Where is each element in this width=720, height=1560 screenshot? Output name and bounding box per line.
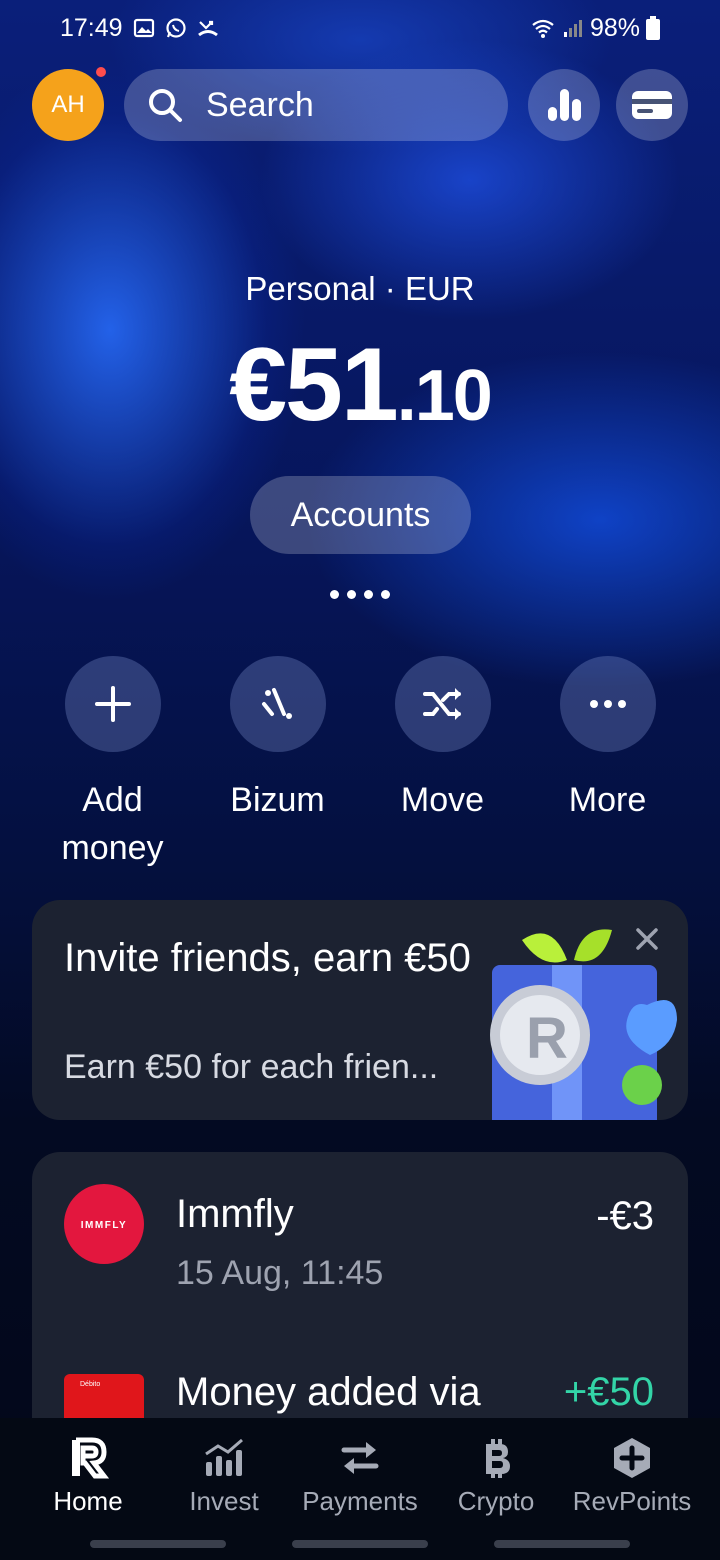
missed-call-icon [197,20,218,37]
nav-crypto[interactable]: Crypto [426,1436,566,1517]
svg-text:IMMFLY: IMMFLY [81,1220,127,1231]
signal-icon [563,20,582,37]
transactions-card: IMMFLY Immfly 15 Aug, 11:45 -€3 Débito M… [32,1152,688,1452]
wifi-icon [532,19,554,38]
nav-label: Payments [302,1486,418,1516]
more-button[interactable]: More [525,656,690,824]
nav-invest[interactable]: Invest [154,1436,294,1517]
svg-text:R: R [526,1006,568,1071]
nav-label: RevPoints [572,1486,692,1516]
plus-icon [94,686,131,722]
immfly-logo: IMMFLY [64,1184,144,1264]
status-bar: 17:49 98% [0,0,720,56]
nav-label: Invest [189,1486,259,1516]
nav-label: Crypto [457,1486,535,1516]
page-dot [347,590,356,599]
nav-revpoints[interactable]: RevPoints [562,1436,702,1517]
balance-cents: .10 [396,356,493,436]
nav-payments[interactable]: Payments [290,1436,430,1517]
search-icon [149,89,182,122]
balance-section: Personal · EUR €51.10 [0,270,720,445]
whatsapp-icon [165,18,186,38]
bitcoin-icon [486,1439,510,1478]
move-circle [394,656,491,752]
svg-text:Débito: Débito [80,1381,100,1388]
page-dot [364,590,373,599]
nav-label: Home [53,1486,123,1516]
system-nav-indicator [494,1540,630,1548]
move-button[interactable]: Move [360,656,525,824]
top-bar: AH Search [32,67,688,142]
nav-home[interactable]: Home [18,1436,158,1517]
chart-bars-icon [205,1438,243,1476]
action-label: Add money [61,781,164,867]
transaction-row[interactable]: IMMFLY Immfly 15 Aug, 11:45 -€3 [32,1184,688,1304]
battery-icon [646,16,660,40]
system-nav-indicator [90,1540,226,1548]
account-label: Personal · EUR [245,270,475,307]
battery-percent: 98% [589,13,640,42]
search-placeholder: Search [206,85,314,124]
more-circle [559,656,656,752]
profile-avatar[interactable]: AH [32,67,106,141]
shuffle-icon [422,688,461,720]
status-time: 17:49 [60,13,123,42]
invite-friends-card[interactable]: Invite friends, earn €50 Earn €50 for ea… [32,900,688,1120]
notification-dot [96,67,106,77]
page-dot [381,590,390,599]
balance-main: €51 [229,327,399,443]
bizum-button[interactable]: Bizum [195,656,360,824]
revolut-r-icon [72,1437,110,1479]
balance-amount[interactable]: €51.10 [0,326,720,445]
transfer-arrows-icon [341,1442,379,1474]
add-money-button[interactable]: Add money [30,656,195,872]
avatar-initials: AH [51,91,85,118]
close-icon[interactable] [634,926,660,952]
invite-title: Invite friends, earn €50 [64,936,471,980]
bottom-navigation: Home Invest Payments Crypto RevPoints [0,1418,720,1560]
cards-button[interactable] [616,69,688,141]
action-label: Move [400,781,485,819]
transaction-name: Money added via [176,1370,481,1414]
analytics-button[interactable] [528,69,600,141]
gallery-icon [133,18,154,38]
page-dot [330,590,339,599]
more-dots-icon [589,700,626,708]
system-nav-indicator [292,1540,428,1548]
page-indicator[interactable] [330,590,390,599]
add-money-circle [64,656,161,752]
bizum-icon [261,688,292,719]
transaction-name: Immfly [176,1192,294,1236]
search-bar[interactable]: Search [124,69,508,141]
invite-description: Earn €50 for each frien... [64,1048,439,1086]
transaction-amount: -€3 [596,1194,654,1238]
transaction-time: 15 Aug, 11:45 [176,1254,384,1292]
revpoints-icon [614,1438,650,1478]
bizum-circle [229,656,326,752]
action-label: More [568,781,647,819]
transaction-amount: +€50 [563,1370,654,1414]
bar-chart-icon [548,89,581,121]
card-icon [632,91,672,119]
accounts-button[interactable]: Accounts [250,476,471,554]
action-label: Bizum [230,781,325,819]
